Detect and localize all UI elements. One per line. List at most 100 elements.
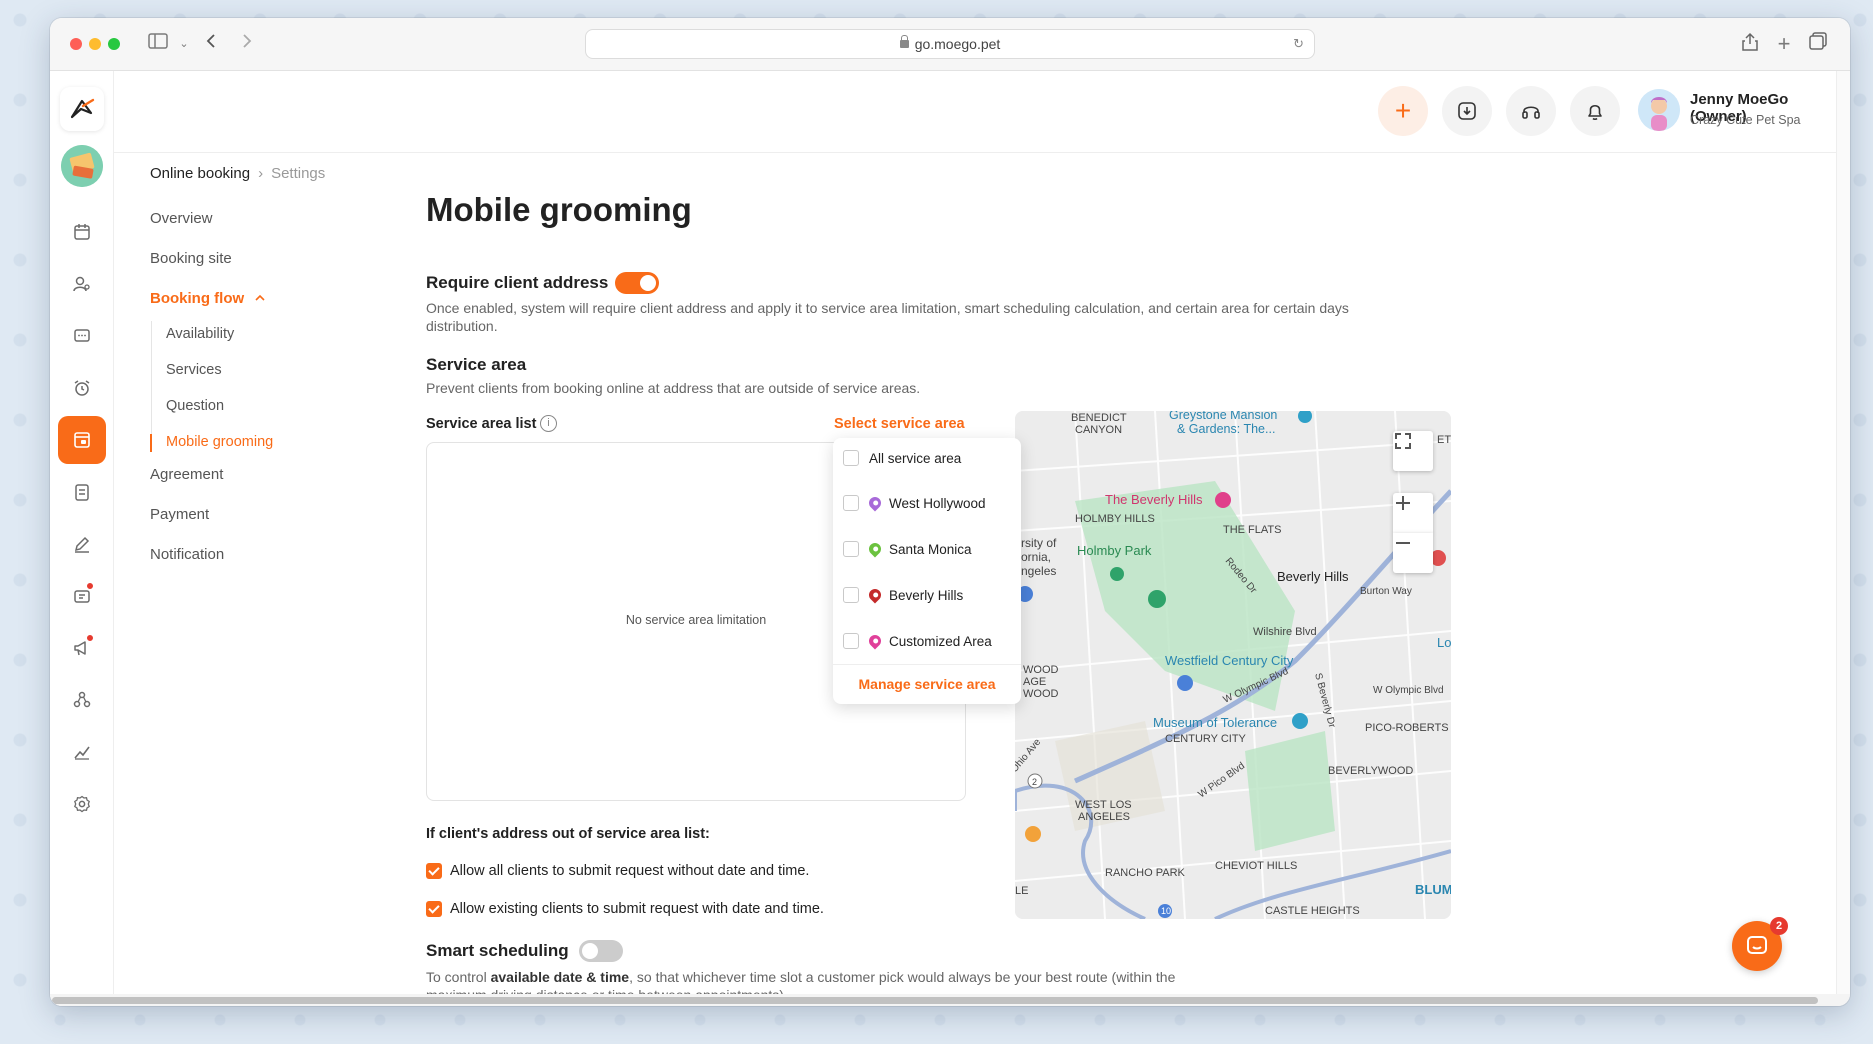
allow-existing-clients-option[interactable]: Allow existing clients to submit request… <box>426 901 824 917</box>
new-tab-icon[interactable]: + <box>1772 32 1796 56</box>
close-window-button[interactable] <box>70 38 82 50</box>
chevron-down-icon[interactable]: ⌄ <box>172 32 196 56</box>
toggle-knob <box>640 275 656 291</box>
support-headset-button[interactable] <box>1506 86 1556 136</box>
allow-all-clients-option[interactable]: Allow all clients to submit request with… <box>426 863 809 879</box>
page-title: Mobile grooming <box>426 191 692 228</box>
map-label-cheviot: CHEVIOT HILLS <box>1215 860 1297 872</box>
map-label-wilshire: Wilshire Blvd <box>1253 626 1317 638</box>
nav-booking-flow[interactable]: Booking flow <box>150 290 266 307</box>
option-label: Allow existing clients to submit request… <box>450 901 824 917</box>
zoom-out-button[interactable] <box>1393 533 1433 573</box>
address-bar[interactable]: go.moego.pet ↻ <box>585 29 1315 59</box>
map-label-le: LE <box>1015 885 1028 897</box>
option-label: All service area <box>869 450 962 466</box>
map-label-century-city: CENTURY CITY <box>1165 733 1247 745</box>
dropdown-option-west-hollywood[interactable]: West Hollywood <box>843 493 986 513</box>
map-label-rancho-park: RANCHO PARK <box>1105 867 1186 879</box>
alarm-clock-icon[interactable] <box>58 364 106 412</box>
nav-question[interactable]: Question <box>166 398 224 414</box>
back-icon[interactable] <box>200 32 224 56</box>
reports-icon[interactable] <box>58 728 106 776</box>
checkbox[interactable] <box>843 633 859 649</box>
browser-titlebar: ⌄ go.moego.pet ↻ + <box>50 18 1850 71</box>
map-label-museum: Museum of Tolerance <box>1153 715 1277 730</box>
dropdown-option-santa-monica[interactable]: Santa Monica <box>843 539 972 559</box>
online-booking-icon[interactable] <box>58 416 106 464</box>
checkbox[interactable] <box>843 587 859 603</box>
select-service-area-link[interactable]: Select service area <box>834 416 965 432</box>
require-address-toggle[interactable] <box>615 272 659 294</box>
browser-window: ⌄ go.moego.pet ↻ + + Jenny MoeGo (Owner)… <box>50 18 1850 1006</box>
nav-overview[interactable]: Overview <box>150 210 213 227</box>
notifications-bell-button[interactable] <box>1570 86 1620 136</box>
fullscreen-button[interactable] <box>1393 431 1433 471</box>
nav-mobile-grooming[interactable]: Mobile grooming <box>149 434 273 452</box>
nav-availability[interactable]: Availability <box>166 326 234 342</box>
breadcrumb-settings: Settings <box>271 165 326 182</box>
chat-icon <box>1747 936 1767 954</box>
share-icon[interactable] <box>1738 32 1762 56</box>
clients-icon[interactable] <box>58 260 106 308</box>
clipboard-icon[interactable] <box>58 468 106 516</box>
divider <box>833 664 1021 665</box>
location-pin-icon <box>866 540 884 558</box>
map-label-lo: Lo <box>1437 635 1451 650</box>
vertical-scrollbar[interactable] <box>1836 71 1850 994</box>
info-icon[interactable]: i <box>540 415 557 432</box>
map-label-greystone: Greystone Mansion <box>1169 411 1277 422</box>
map-label-route10: 10 <box>1161 906 1171 916</box>
breadcrumb-online-booking[interactable]: Online booking <box>150 165 250 182</box>
manage-service-area-link[interactable]: Manage service area <box>833 676 1021 692</box>
location-pin-icon <box>866 586 884 604</box>
checkbox[interactable] <box>843 495 859 511</box>
nav-notification[interactable]: Notification <box>150 546 224 563</box>
nav-payment[interactable]: Payment <box>150 506 209 523</box>
location-pin-icon <box>866 632 884 650</box>
forward-icon[interactable] <box>234 32 258 56</box>
checkbox[interactable] <box>843 450 859 466</box>
option-label: Beverly Hills <box>889 587 964 603</box>
calendar-icon[interactable] <box>58 208 106 256</box>
dropdown-option-all[interactable]: All service area <box>843 448 961 468</box>
service-area-map[interactable]: BENEDICT CANYON HOLMBY HILLS THE FLATS Wi… <box>1015 411 1451 919</box>
minimize-window-button[interactable] <box>89 38 101 50</box>
ticket-icon[interactable] <box>58 572 106 620</box>
download-button[interactable] <box>1442 86 1492 136</box>
app-icon-rail <box>50 71 114 1006</box>
sidebar-toggle-icon[interactable] <box>146 32 170 56</box>
megaphone-icon[interactable] <box>58 624 106 672</box>
quick-add-button[interactable]: + <box>1378 86 1428 136</box>
settings-icon[interactable] <box>58 780 106 828</box>
business-avatar[interactable] <box>61 145 103 187</box>
option-label: Santa Monica <box>889 541 972 557</box>
tab-overview-icon[interactable] <box>1806 32 1830 56</box>
chevron-up-icon <box>255 294 265 301</box>
horizontal-scrollbar[interactable] <box>50 994 1850 1006</box>
checkbox[interactable] <box>843 541 859 557</box>
dropdown-option-beverly-hills[interactable]: Beverly Hills <box>843 585 963 605</box>
scrollbar-thumb[interactable] <box>52 997 1818 1004</box>
moego-logo[interactable] <box>60 87 104 131</box>
smart-scheduling-toggle[interactable] <box>579 940 623 962</box>
network-icon[interactable] <box>58 676 106 724</box>
map-label-westfield: Westfield Century City <box>1165 653 1294 668</box>
zoom-in-button[interactable] <box>1393 493 1433 533</box>
option-label: Customized Area <box>889 633 992 649</box>
dropdown-option-customized-area[interactable]: Customized Area <box>843 631 992 651</box>
nav-agreement[interactable]: Agreement <box>150 466 223 483</box>
lock-icon <box>899 35 909 48</box>
user-avatar[interactable] <box>1638 89 1680 131</box>
notification-dot <box>86 582 94 590</box>
checkbox-checked[interactable] <box>426 901 442 917</box>
checkbox-checked[interactable] <box>426 863 442 879</box>
pen-icon[interactable] <box>58 520 106 568</box>
messages-icon[interactable] <box>58 312 106 360</box>
service-area-list-label: Service area list <box>426 416 537 432</box>
nav-services[interactable]: Services <box>166 362 222 378</box>
reload-icon[interactable]: ↻ <box>1293 30 1304 58</box>
location-pin-icon <box>866 494 884 512</box>
maximize-window-button[interactable] <box>108 38 120 50</box>
map-label-holmby-hills: HOLMBY HILLS <box>1075 513 1155 525</box>
nav-booking-site[interactable]: Booking site <box>150 250 232 267</box>
